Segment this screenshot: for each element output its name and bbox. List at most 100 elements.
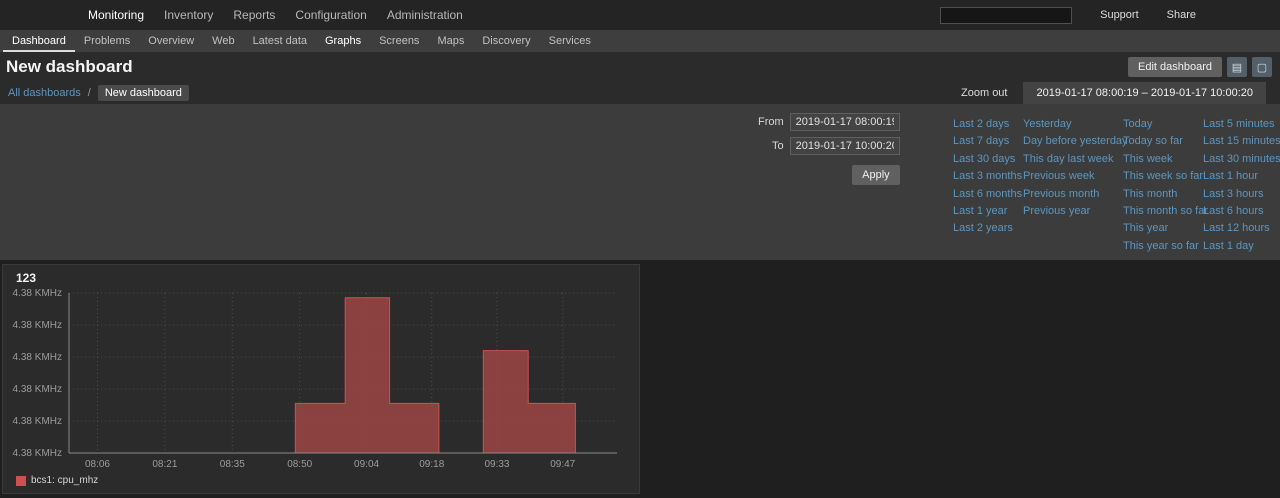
subnav-dashboard[interactable]: Dashboard xyxy=(3,30,75,52)
breadcrumb-row: All dashboards / New dashboard Zoom out … xyxy=(0,82,1280,104)
svg-text:4.38 KMHz: 4.38 KMHz xyxy=(13,320,62,331)
breadcrumb-all-dashboards[interactable]: All dashboards xyxy=(8,87,81,99)
dashboard-content: 123 4.38 KMHz 4.38 KMHz 4.38 KMHz 4.38 KMHz… xyxy=(0,260,1280,498)
widget-title: 123 xyxy=(16,271,37,285)
quick-range-link[interactable]: Last 3 months xyxy=(953,168,1023,185)
quick-range-link[interactable]: This year so far xyxy=(1123,238,1203,255)
time-controls: Zoom out 2019-01-17 08:00:19 – 2019-01-1… xyxy=(945,82,1280,104)
global-search-input[interactable] xyxy=(940,6,1073,24)
svg-text:08:35: 08:35 xyxy=(220,459,245,470)
quick-range-link[interactable]: Last 6 months xyxy=(953,186,1023,203)
fullscreen-button[interactable]: ▢ xyxy=(1252,57,1272,77)
kiosk-mode-button[interactable]: ▤ xyxy=(1227,57,1247,77)
svg-text:4.38 KMHz: 4.38 KMHz xyxy=(13,352,62,363)
svg-text:4.38 KMHz: 4.38 KMHz xyxy=(13,384,62,395)
quick-range-link[interactable]: This day last week xyxy=(1023,151,1123,168)
quick-range-link[interactable]: Previous week xyxy=(1023,168,1123,185)
svg-text:09:33: 09:33 xyxy=(484,459,509,470)
time-range-tab[interactable]: 2019-01-17 08:00:19 – 2019-01-17 10:00:2… xyxy=(1023,82,1266,104)
edit-dashboard-button[interactable]: Edit dashboard xyxy=(1128,57,1222,77)
subnav-problems[interactable]: Problems xyxy=(75,30,139,52)
quick-ranges: Last 2 days Last 7 days Last 30 days Last 3… xyxy=(953,116,1280,255)
from-date-input[interactable] xyxy=(789,113,900,131)
menu-configuration[interactable]: Configuration xyxy=(285,0,376,30)
time-filter-panel: From To Apply Last 2 daysLast 7 daysLast… xyxy=(0,104,1280,260)
menu-administration[interactable]: Administration xyxy=(377,0,473,30)
breadcrumb-separator: / xyxy=(87,87,91,99)
svg-text:09:04: 09:04 xyxy=(354,459,379,470)
subnav-maps[interactable]: Maps xyxy=(428,30,473,52)
apply-button[interactable]: Apply xyxy=(852,165,900,185)
quick-range-link[interactable]: Last 6 hours xyxy=(1203,203,1279,220)
header-actions: Edit dashboard ▤ ▢ xyxy=(1128,57,1272,77)
quick-range-link[interactable]: Last 12 hours xyxy=(1203,220,1279,237)
breadcrumb: All dashboards / New dashboard xyxy=(0,82,189,104)
subnav-screens[interactable]: Screens xyxy=(370,30,428,52)
top-bar: Monitoring Inventory Reports Configurati… xyxy=(0,0,1280,30)
svg-text:08:06: 08:06 xyxy=(85,459,110,470)
from-label: From xyxy=(758,116,784,128)
subnav-overview[interactable]: Overview xyxy=(139,30,203,52)
menu-reports[interactable]: Reports xyxy=(223,0,285,30)
menu-monitoring[interactable]: Monitoring xyxy=(78,0,154,30)
svg-text:08:21: 08:21 xyxy=(152,459,177,470)
quick-range-link[interactable]: Last 1 day xyxy=(1203,238,1279,255)
graph-legend: bcs1: cpu_mhz xyxy=(16,475,98,486)
quick-range-link[interactable]: Previous month xyxy=(1023,186,1123,203)
quick-range-link[interactable]: Last 2 days xyxy=(953,116,1023,133)
time-filter-form: From To Apply xyxy=(758,113,900,185)
quick-range-link[interactable]: Last 5 minutes xyxy=(1203,116,1279,133)
svg-text:4.38 KMHz: 4.38 KMHz xyxy=(13,288,62,299)
quick-range-link[interactable]: Day before yesterday xyxy=(1023,133,1128,150)
legend-label: bcs1: cpu_mhz xyxy=(31,475,99,486)
subnav-services[interactable]: Services xyxy=(540,30,600,52)
quick-range-link[interactable]: Last 7 days xyxy=(953,133,1023,150)
apply-cell: Apply xyxy=(790,165,900,185)
graph-plot: 4.38 KMHz 4.38 KMHz 4.38 KMHz 4.38 KMHz 4.38… xyxy=(5,285,633,480)
quick-range-link[interactable]: Last 1 hour xyxy=(1203,168,1279,185)
quick-range-link[interactable]: Last 1 year xyxy=(953,203,1023,220)
svg-text:4.38 KMHz: 4.38 KMHz xyxy=(13,448,62,459)
quick-range-link[interactable]: Previous year xyxy=(1023,203,1123,220)
svg-text:09:47: 09:47 xyxy=(550,459,575,470)
quick-range-link[interactable]: Last 30 days xyxy=(953,151,1023,168)
quick-range-link[interactable]: This week so far xyxy=(1123,168,1203,185)
topbar-right: Support Share xyxy=(940,6,1210,24)
quick-range-link[interactable]: This month xyxy=(1123,186,1203,203)
subnav-discovery[interactable]: Discovery xyxy=(473,30,539,52)
quick-range-link[interactable]: This week xyxy=(1123,151,1203,168)
quick-range-column: Yesterday Day before yesterday This day la… xyxy=(1023,116,1128,255)
graph-canvas: 4.38 KMHz 4.38 KMHz 4.38 KMHz 4.38 KMHz 4.38… xyxy=(13,288,617,470)
quick-range-link[interactable]: Last 2 years xyxy=(953,220,1023,237)
share-link[interactable]: Share xyxy=(1153,9,1210,21)
subnav-web[interactable]: Web xyxy=(203,30,243,52)
to-label: To xyxy=(772,140,784,152)
quick-range-column: Last 5 minutes Last 15 minutes Last 30 min… xyxy=(1203,116,1280,255)
svg-text:08:50: 08:50 xyxy=(287,459,312,470)
quick-range-link[interactable]: This year xyxy=(1123,220,1203,237)
svg-text:4.38 KMHz: 4.38 KMHz xyxy=(13,416,62,427)
quick-range-link[interactable]: Last 15 minutes xyxy=(1203,133,1280,150)
sub-menu: Dashboard Problems Overview Web Latest d… xyxy=(0,30,1280,52)
quick-range-link[interactable]: Today so far xyxy=(1123,133,1203,150)
breadcrumb-current[interactable]: New dashboard xyxy=(97,85,189,101)
support-link[interactable]: Support xyxy=(1086,9,1153,21)
subnav-graphs[interactable]: Graphs xyxy=(316,30,370,52)
quick-range-link[interactable]: This month so far xyxy=(1123,203,1208,220)
menu-inventory[interactable]: Inventory xyxy=(154,0,223,30)
zoom-out-button[interactable]: Zoom out xyxy=(945,82,1023,104)
quick-range-link[interactable]: Today xyxy=(1123,116,1203,133)
quick-range-link[interactable]: Last 3 hours xyxy=(1203,186,1279,203)
main-menu: Monitoring Inventory Reports Configurati… xyxy=(78,0,473,30)
fullscreen-icon: ▢ xyxy=(1256,61,1268,74)
quick-range-column: Last 2 days Last 7 days Last 30 days Last 3… xyxy=(953,116,1023,255)
quick-range-link[interactable]: Last 30 minutes xyxy=(1203,151,1280,168)
kiosk-mode-icon: ▤ xyxy=(1231,61,1243,74)
to-date-input[interactable] xyxy=(789,137,900,155)
page-title: New dashboard xyxy=(6,57,133,76)
quick-range-link[interactable]: Yesterday xyxy=(1023,116,1123,133)
page-header: New dashboard Edit dashboard ▤ ▢ xyxy=(0,52,1280,82)
quick-range-column: Today Today so far This week This week so f… xyxy=(1123,116,1208,255)
graph-widget: 123 4.38 KMHz 4.38 KMHz 4.38 KMHz 4.38 KMHz… xyxy=(2,264,640,494)
subnav-latest-data[interactable]: Latest data xyxy=(244,30,316,52)
